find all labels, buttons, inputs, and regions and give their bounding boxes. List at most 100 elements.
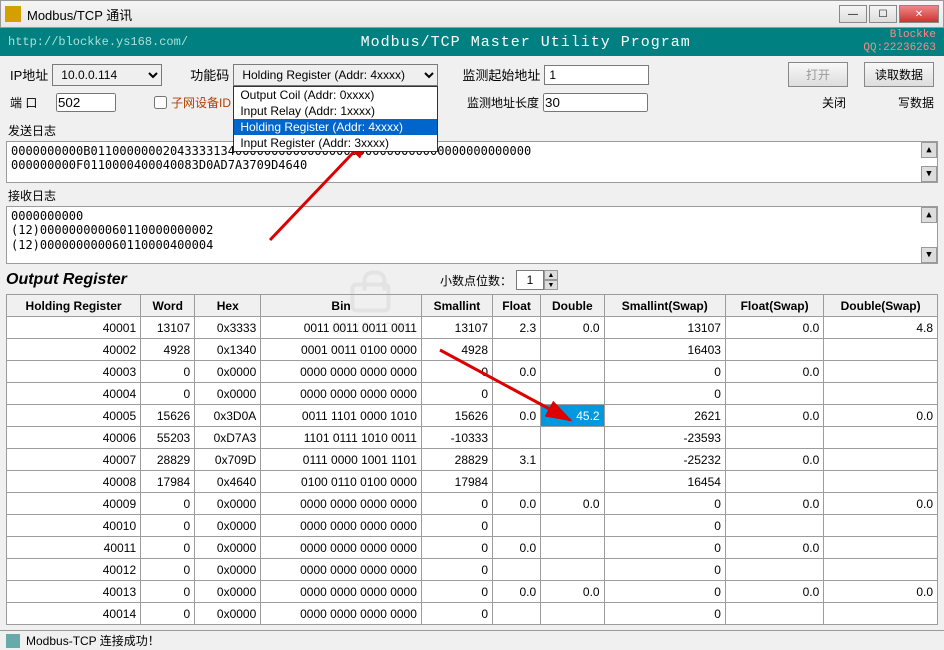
table-cell[interactable]: 0x1340 [195, 339, 261, 361]
column-header[interactable]: Hex [195, 295, 261, 317]
table-cell[interactable]: 13107 [604, 317, 725, 339]
table-row[interactable]: 4001000x00000000 0000 0000 000000 [7, 515, 938, 537]
table-cell[interactable]: 0x0000 [195, 515, 261, 537]
table-cell[interactable] [493, 603, 541, 625]
table-cell[interactable]: 0 [604, 361, 725, 383]
table-cell[interactable]: 0 [421, 515, 492, 537]
table-cell[interactable]: 0000 0000 0000 0000 [261, 493, 422, 515]
table-cell[interactable]: 16403 [604, 339, 725, 361]
table-cell[interactable]: 0.0 [541, 493, 604, 515]
table-cell[interactable] [824, 427, 938, 449]
table-cell[interactable]: 40013 [7, 581, 141, 603]
table-cell[interactable]: 15626 [421, 405, 492, 427]
table-cell[interactable]: 40004 [7, 383, 141, 405]
table-cell[interactable]: 0x0000 [195, 383, 261, 405]
table-cell[interactable]: 0x0000 [195, 581, 261, 603]
table-row[interactable]: 4001200x00000000 0000 0000 000000 [7, 559, 938, 581]
table-cell[interactable]: 0.0 [725, 449, 823, 471]
subnet-checkbox[interactable] [154, 96, 167, 109]
scroll-up-icon[interactable]: ▲ [921, 207, 937, 223]
read-data-button[interactable]: 读取数据 [864, 62, 934, 87]
table-cell[interactable]: -10333 [421, 427, 492, 449]
table-row[interactable]: 40007288290x709D0111 0000 1001 110128829… [7, 449, 938, 471]
table-cell[interactable] [824, 383, 938, 405]
table-cell[interactable] [725, 559, 823, 581]
table-cell[interactable] [493, 471, 541, 493]
table-cell[interactable]: 0100 0110 0100 0000 [261, 471, 422, 493]
column-header[interactable]: Holding Register [7, 295, 141, 317]
table-cell[interactable]: 4928 [141, 339, 195, 361]
table-cell[interactable]: 0.0 [725, 317, 823, 339]
table-cell[interactable]: 0 [421, 603, 492, 625]
close-conn-button[interactable]: 关闭 [822, 94, 882, 111]
table-cell[interactable] [541, 339, 604, 361]
write-data-button[interactable]: 写数据 [898, 94, 934, 111]
table-cell[interactable]: 45.2 [541, 405, 604, 427]
table-cell[interactable]: 0 [421, 383, 492, 405]
table-cell[interactable] [541, 383, 604, 405]
ip-select[interactable]: 10.0.0.114 [52, 64, 162, 86]
recv-log-box[interactable]: 0000000000 (12)000000000060110000000002 … [6, 206, 938, 264]
scroll-down-icon[interactable]: ▼ [921, 166, 937, 182]
table-row[interactable]: 4000249280x13400001 0011 0100 0000492816… [7, 339, 938, 361]
maximize-button[interactable]: ☐ [869, 5, 897, 23]
table-cell[interactable] [824, 361, 938, 383]
table-cell[interactable]: 0x0000 [195, 559, 261, 581]
table-cell[interactable] [725, 471, 823, 493]
table-cell[interactable]: 40006 [7, 427, 141, 449]
spinner-down-icon[interactable]: ▼ [544, 280, 558, 290]
column-header[interactable]: Smallint(Swap) [604, 295, 725, 317]
table-cell[interactable]: 40008 [7, 471, 141, 493]
table-cell[interactable]: 28829 [421, 449, 492, 471]
table-cell[interactable]: 0000 0000 0000 0000 [261, 361, 422, 383]
table-cell[interactable]: 0.0 [725, 361, 823, 383]
table-cell[interactable]: 0.0 [493, 581, 541, 603]
table-cell[interactable]: 0 [141, 559, 195, 581]
table-cell[interactable] [541, 361, 604, 383]
send-log-box[interactable]: 0000000000B01100000002043333134000000000… [6, 141, 938, 183]
column-header[interactable]: Double [541, 295, 604, 317]
table-cell[interactable] [824, 471, 938, 493]
table-cell[interactable]: 17984 [141, 471, 195, 493]
column-header[interactable]: Double(Swap) [824, 295, 938, 317]
table-cell[interactable] [725, 427, 823, 449]
table-cell[interactable] [541, 559, 604, 581]
table-cell[interactable]: 0x0000 [195, 361, 261, 383]
table-cell[interactable]: 0 [141, 581, 195, 603]
table-cell[interactable]: 0 [604, 559, 725, 581]
table-cell[interactable]: 40002 [7, 339, 141, 361]
port-input[interactable] [56, 93, 116, 112]
column-header[interactable]: Float [493, 295, 541, 317]
table-row[interactable]: 40008179840x46400100 0110 0100 000017984… [7, 471, 938, 493]
table-cell[interactable]: 0 [421, 361, 492, 383]
table-cell[interactable] [541, 449, 604, 471]
spinner-up-icon[interactable]: ▲ [544, 270, 558, 280]
table-cell[interactable]: 0.0 [725, 537, 823, 559]
func-option-output-coil[interactable]: Output Coil (Addr: 0xxxx) [234, 87, 437, 103]
table-cell[interactable]: 0 [141, 515, 195, 537]
table-cell[interactable]: 0000 0000 0000 0000 [261, 559, 422, 581]
table-cell[interactable]: 0 [604, 493, 725, 515]
table-cell[interactable]: 40011 [7, 537, 141, 559]
column-header[interactable]: Bin [261, 295, 422, 317]
table-cell[interactable]: 0 [141, 361, 195, 383]
table-cell[interactable]: 0x3D0A [195, 405, 261, 427]
scroll-down-icon[interactable]: ▼ [921, 247, 937, 263]
table-cell[interactable]: 0 [604, 581, 725, 603]
table-cell[interactable]: 55203 [141, 427, 195, 449]
table-cell[interactable] [725, 383, 823, 405]
table-row[interactable]: 4001100x00000000 0000 0000 000000.000.0 [7, 537, 938, 559]
table-cell[interactable]: 0 [141, 493, 195, 515]
table-cell[interactable]: 0001 0011 0100 0000 [261, 339, 422, 361]
table-cell[interactable] [824, 339, 938, 361]
table-cell[interactable]: 0111 0000 1001 1101 [261, 449, 422, 471]
func-option-holding-register[interactable]: Holding Register (Addr: 4xxxx) [234, 119, 437, 135]
column-header[interactable]: Float(Swap) [725, 295, 823, 317]
table-cell[interactable]: 0x0000 [195, 493, 261, 515]
table-cell[interactable]: 0.0 [725, 405, 823, 427]
table-cell[interactable]: 0 [604, 537, 725, 559]
table-row[interactable]: 4000900x00000000 0000 0000 000000.00.000… [7, 493, 938, 515]
table-cell[interactable]: 13107 [141, 317, 195, 339]
table-cell[interactable] [541, 427, 604, 449]
start-addr-input[interactable] [544, 65, 649, 85]
